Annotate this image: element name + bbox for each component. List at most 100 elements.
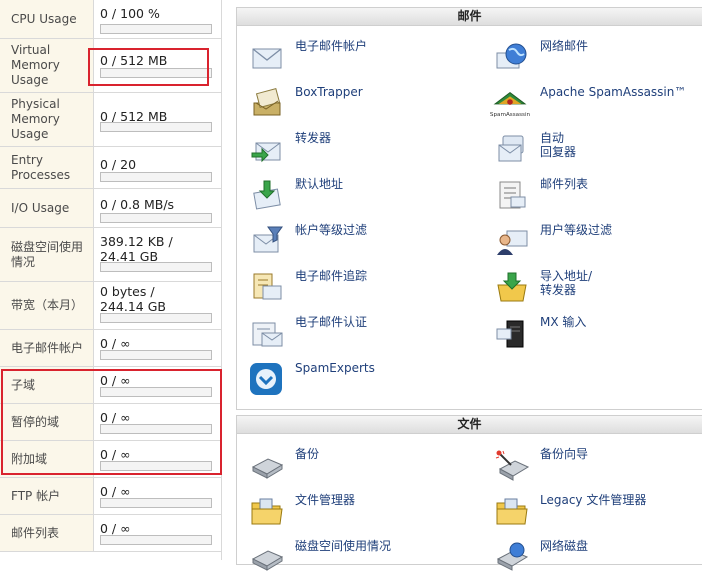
stats-panel: CPU Usage 0 / 100 % Virtual Memory Usage… [0, 0, 222, 560]
backup-wizard-link[interactable]: 备份向导 [495, 447, 695, 483]
legacy-file-manager-link[interactable]: Legacy 文件管理器 [495, 493, 695, 529]
spamassassin-link[interactable]: SpamAssassin Apache SpamAssassin™ [488, 85, 702, 121]
stat-ftp-accounts: FTP 帐户 0 / ∞ [0, 478, 222, 515]
item-label: 备份向导 [540, 447, 589, 461]
stat-label: Memory [11, 112, 60, 126]
item-label: 用户等级过滤 [540, 223, 613, 237]
autoresponders-link[interactable]: 自动 回复器 [495, 131, 695, 167]
stat-value: 0 / ∞ [100, 336, 131, 351]
user-level-filtering-link[interactable]: 用户等级过滤 [495, 223, 695, 259]
usage-bar [100, 68, 212, 78]
item-label: 磁盘空间使用情况 [295, 539, 392, 553]
stat-value: 0 / ∞ [100, 373, 131, 388]
stat-label: 暂停的域 [11, 414, 60, 429]
email-trace-icon [253, 273, 282, 300]
backup-icon [251, 458, 284, 479]
usage-bar [100, 262, 212, 272]
disk-usage-icon [251, 550, 284, 571]
usage-bar [100, 535, 212, 545]
usage-bar [100, 387, 212, 397]
svg-text:SpamAssassin: SpamAssassin [490, 112, 531, 118]
stat-virtual-memory: Virtual Memory Usage 0 / 512 MB [0, 39, 222, 93]
item-label: 默认地址 [295, 177, 344, 191]
mx-entry-icon [496, 320, 524, 348]
file-manager-link[interactable]: 文件管理器 [250, 493, 450, 529]
stat-value: 0 / 512 MB [100, 53, 168, 68]
item-label: 回复器 [540, 145, 577, 159]
forwarder-icon [251, 142, 281, 163]
stat-label: I/O Usage [11, 200, 70, 215]
webmail-link[interactable]: 网络邮件 [495, 39, 695, 75]
stat-label: Entry [11, 152, 43, 167]
stat-mailing-lists: 邮件列表 0 / ∞ [0, 515, 222, 552]
envelope-icon [252, 48, 282, 69]
mailing-lists-link[interactable]: 邮件列表 [495, 177, 695, 213]
usage-bar [100, 313, 212, 323]
stat-label: 邮件列表 [11, 525, 60, 540]
import-addresses-link[interactable]: 导入地址/ 转发器 [495, 269, 695, 305]
item-label: 自动 [540, 131, 565, 145]
item-label: 转发器 [295, 131, 332, 145]
backup-link[interactable]: 备份 [250, 447, 450, 483]
default-address-icon [253, 180, 281, 210]
email-accounts-link[interactable]: 电子邮件帐户 [250, 39, 450, 75]
legacy-file-manager-icon [496, 498, 528, 525]
account-level-filtering-link[interactable]: 帐户等级过滤 [250, 223, 450, 259]
email-authentication-link[interactable]: 电子邮件认证 [250, 315, 450, 351]
item-label: 电子邮件认证 [295, 315, 368, 329]
stat-parked-domains: 暂停的域 0 / ∞ [0, 404, 222, 441]
mx-entry-link[interactable]: MX 输入 [495, 315, 695, 351]
default-address-link[interactable]: 默认地址 [250, 177, 450, 213]
stat-label: FTP 帐户 [11, 488, 61, 503]
item-label: 电子邮件帐户 [295, 39, 368, 53]
stat-value: 0 / 20 [100, 157, 137, 172]
stat-value: 0 / ∞ [100, 484, 131, 499]
stat-label: 情况 [11, 254, 36, 269]
stat-label: 电子邮件帐户 [11, 340, 84, 355]
usage-bar [100, 172, 212, 182]
usage-bar [100, 24, 212, 34]
usage-bar [100, 461, 212, 471]
item-label: 网络磁盘 [540, 539, 589, 553]
stat-label: Memory [11, 58, 60, 72]
stat-email-accounts: 电子邮件帐户 0 / ∞ [0, 330, 222, 367]
stat-label: Physical [11, 97, 60, 111]
item-label: Apache SpamAssassin™ [540, 85, 687, 99]
stat-disk-space: 磁盘空间使用 情况 389.12 KB / 24.41 GB [0, 228, 222, 282]
item-label: 网络邮件 [540, 39, 589, 53]
usage-bar [100, 122, 212, 132]
stat-value: 389.12 KB / [100, 234, 173, 249]
stat-cpu-usage: CPU Usage 0 / 100 % [0, 0, 222, 39]
disk-usage-link[interactable]: 磁盘空间使用情况 [250, 539, 450, 575]
item-label: 邮件列表 [540, 177, 589, 191]
web-disk-icon [496, 542, 529, 571]
stat-bandwidth: 带宽（本月） 0 bytes / 244.14 GB [0, 282, 222, 330]
item-label: 导入地址/ [540, 269, 593, 283]
stat-value: 0 / ∞ [100, 521, 131, 536]
item-label: 电子邮件追踪 [295, 269, 368, 283]
account-filter-icon [253, 226, 283, 253]
import-icon [497, 272, 527, 302]
stat-label: CPU Usage [11, 11, 77, 26]
stat-value: 0 / ∞ [100, 447, 131, 462]
forwarders-link[interactable]: 转发器 [250, 131, 450, 167]
email-auth-icon [252, 322, 283, 347]
usage-bar [100, 498, 212, 508]
file-manager-icon [251, 498, 283, 525]
stat-value: 0 / 0.8 MB/s [100, 197, 175, 212]
email-trace-link[interactable]: 电子邮件追踪 [250, 269, 450, 305]
item-label: 转发器 [540, 283, 577, 297]
web-disk-link[interactable]: 网络磁盘 [495, 539, 695, 575]
item-label: 文件管理器 [295, 493, 356, 507]
boxtrapper-link[interactable]: BoxTrapper [250, 85, 450, 121]
stat-subdomains: 子域 0 / ∞ [0, 367, 222, 404]
stat-label: 附加域 [11, 451, 48, 466]
stat-value: 244.14 GB [100, 299, 166, 314]
spamexperts-link[interactable]: SpamExperts [250, 361, 450, 397]
stat-label: 磁盘空间使用 [11, 239, 84, 254]
stat-label: Virtual [11, 43, 51, 57]
boxtrapper-icon [253, 88, 281, 116]
stat-value: 0 / 100 % [100, 6, 160, 21]
usage-bar [100, 350, 212, 360]
stat-label: Usage [11, 127, 49, 141]
